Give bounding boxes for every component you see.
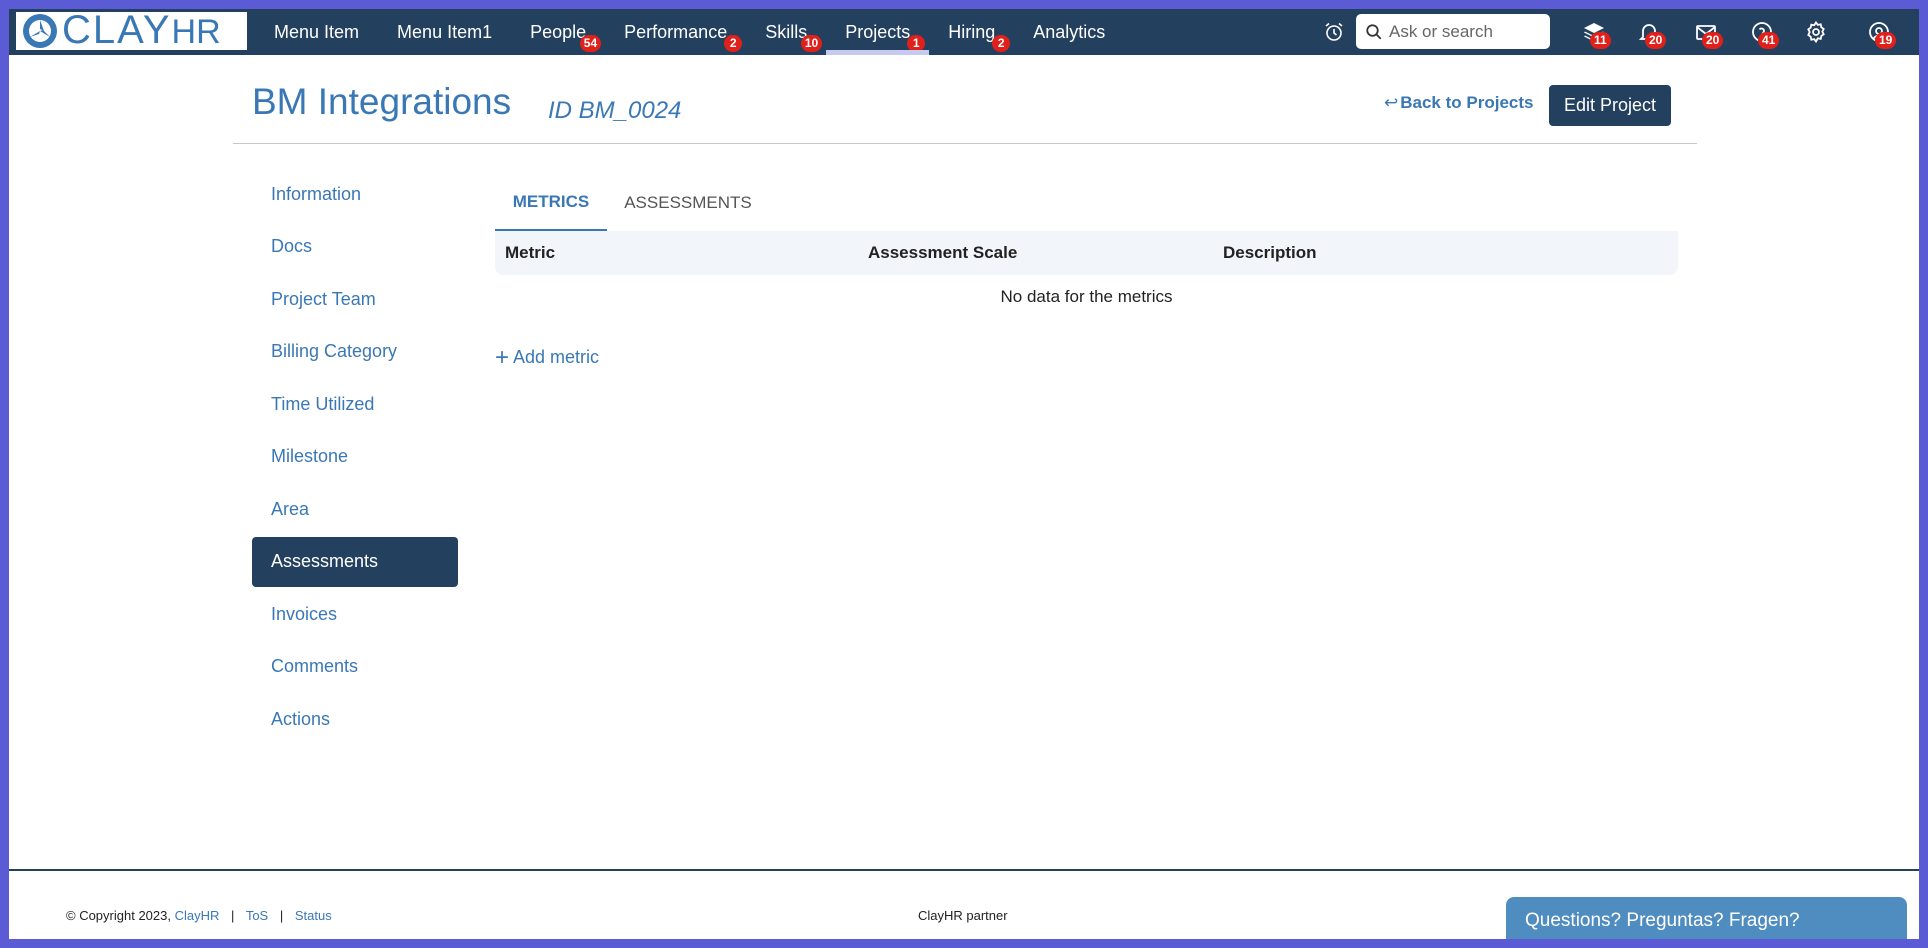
project-id: ID BM_0024 [548,97,682,124]
footer-links: © Copyright 2023, ClayHR | ToS | Status [66,908,332,923]
sidebar-item-invoices[interactable]: Invoices [252,589,458,639]
plus-icon: + [495,343,510,371]
help-button[interactable]: 41 [1742,9,1782,55]
people-count-badge: 54 [579,35,602,52]
tab-assessments[interactable]: ASSESSMENTS [607,174,769,232]
notifications-button[interactable]: 20 [1629,9,1669,55]
app-frame: CLAYHR Menu Item Menu Item1 People 54 Pe… [9,9,1919,939]
projects-count-badge: 1 [907,35,926,52]
column-header-metric: Metric [505,243,556,262]
search-input[interactable] [1389,21,1549,42]
tos-link[interactable]: ToS [246,908,268,923]
nav-item-analytics[interactable]: Analytics [1014,9,1124,55]
sidebar-item-comments[interactable]: Comments [252,642,458,692]
nav-item-skills[interactable]: Skills 10 [746,9,826,55]
sidebar-item-area[interactable]: Area [252,484,458,534]
back-to-projects-link[interactable]: ↩ Back to Projects [1384,93,1533,113]
top-nav: CLAYHR Menu Item Menu Item1 People 54 Pe… [9,9,1919,55]
sidebar-item-milestone[interactable]: Milestone [252,432,458,482]
nav-item-performance[interactable]: Performance 2 [605,9,746,55]
sidebar-item-information[interactable]: Information [252,169,458,219]
layers-button[interactable]: 11 [1574,9,1614,55]
metrics-table-header: Metric Assessment Scale Description [495,231,1678,275]
settings-button[interactable] [1796,9,1836,55]
footer-separator: | [231,908,235,923]
return-arrow-icon: ↩ [1384,93,1399,112]
logo-text: CLAYHR [62,9,221,52]
footer-separator: | [279,908,284,923]
status-link[interactable]: Status [295,908,332,923]
copyright-text: © Copyright 2023, [66,908,171,923]
partner-text: ClayHR partner [918,908,1008,923]
performance-count-badge: 2 [724,35,743,52]
header-divider [233,143,1697,144]
logo-mark-icon [23,14,57,48]
clayhr-link[interactable]: ClayHR [175,908,220,923]
nav-item-people[interactable]: People 54 [511,9,605,55]
sidebar-item-docs[interactable]: Docs [252,222,458,272]
page-title: BM Integrations [252,81,512,122]
project-sidebar: Information Docs Project Team Billing Ca… [252,169,458,747]
skills-count-badge: 10 [800,35,823,52]
sidebar-item-project-team[interactable]: Project Team [252,274,458,324]
messages-button[interactable]: 20 [1686,9,1726,55]
sidebar-item-actions[interactable]: Actions [252,694,458,744]
alarm-clock-icon [1325,22,1343,41]
hiring-count-badge: 2 [992,35,1011,52]
nav-item-projects[interactable]: Projects 1 [826,9,930,55]
alarm-clock-button[interactable] [1314,9,1354,55]
help-count-badge: 41 [1758,32,1780,49]
assessment-tabs: METRICS ASSESSMENTS [495,174,1678,232]
chat-widget-button[interactable]: Questions? Preguntas? Fragen? [1506,897,1907,939]
empty-table-message: No data for the metrics [1000,287,1173,306]
tab-metrics[interactable]: METRICS [495,174,607,232]
support-button[interactable]: 19 [1859,9,1899,55]
search-icon [1366,23,1382,39]
sidebar-item-time-utilized[interactable]: Time Utilized [252,379,458,429]
layers-count-badge: 11 [1590,32,1611,49]
sidebar-item-assessments[interactable]: Assessments [252,536,458,587]
messages-count-badge: 20 [1702,32,1724,49]
main-menu: Menu Item Menu Item1 People 54 Performan… [255,9,1124,55]
add-metric-button[interactable]: + Add metric [495,343,599,371]
search-box[interactable] [1356,14,1550,49]
column-header-assessment-scale: Assessment Scale [868,243,1018,262]
edit-project-button[interactable]: Edit Project [1549,85,1671,126]
nav-item-menu-item1[interactable]: Menu Item1 [378,9,511,55]
column-header-description: Description [1223,243,1317,262]
notifications-count-badge: 20 [1645,32,1667,49]
nav-item-hiring[interactable]: Hiring 2 [929,9,1014,55]
clayhr-logo[interactable]: CLAYHR [16,9,247,52]
gear-icon [1807,20,1825,44]
support-count-badge: 19 [1875,32,1897,49]
nav-item-menu-item[interactable]: Menu Item [255,9,378,55]
footer-divider [9,869,1919,871]
sidebar-item-billing-category[interactable]: Billing Category [252,327,458,377]
